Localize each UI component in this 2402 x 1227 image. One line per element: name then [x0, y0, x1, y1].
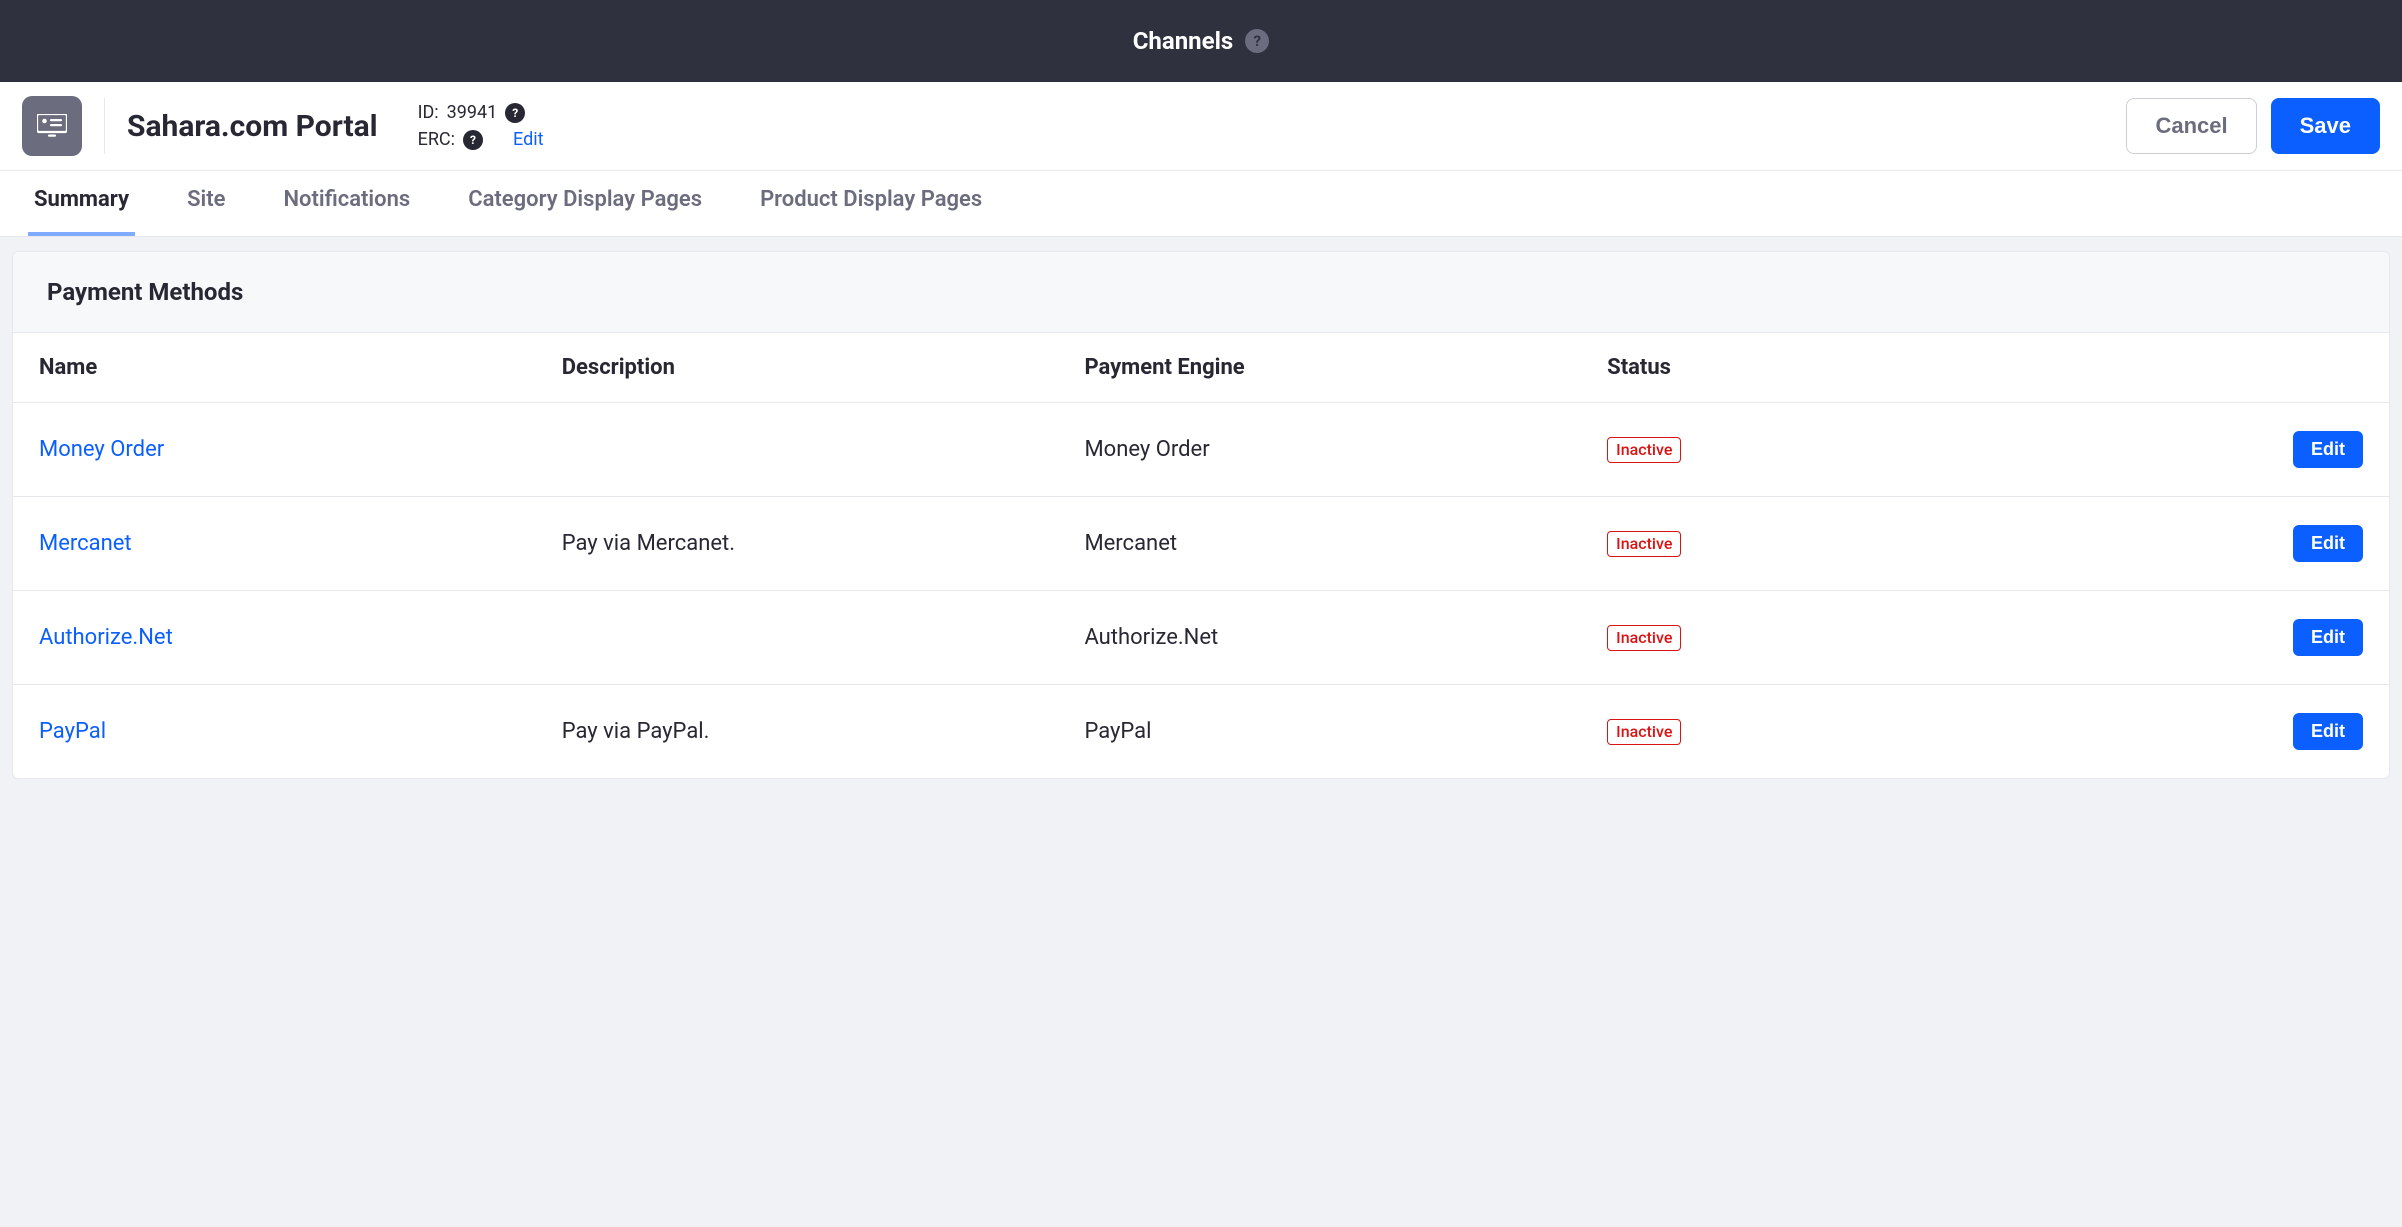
edit-button[interactable]: Edit	[2293, 431, 2363, 468]
id-value: 39941	[447, 102, 498, 123]
help-icon[interactable]: ?	[1245, 29, 1269, 53]
topbar-title: Channels	[1133, 27, 1234, 55]
save-button[interactable]: Save	[2271, 98, 2380, 154]
tabs: Summary Site Notifications Category Disp…	[0, 171, 2402, 237]
page-header: Sahara.com Portal ID: 39941 ? ERC: ? Edi…	[0, 82, 2402, 171]
col-description: Description	[536, 333, 1059, 403]
table-header-row: Name Description Payment Engine Status	[13, 333, 2389, 403]
edit-button[interactable]: Edit	[2293, 525, 2363, 562]
channel-icon	[22, 96, 82, 156]
payment-method-description: Pay via PayPal.	[536, 685, 1059, 779]
payment-method-engine: Mercanet	[1058, 497, 1581, 591]
status-badge: Inactive	[1607, 437, 1681, 463]
payment-method-engine: Authorize.Net	[1058, 591, 1581, 685]
payment-method-description: Pay via Mercanet.	[536, 497, 1059, 591]
col-actions	[2104, 333, 2389, 403]
edit-button[interactable]: Edit	[2293, 619, 2363, 656]
table-row: Money Order Money Order Inactive Edit	[13, 403, 2389, 497]
meta-erc-row: ERC: ? Edit	[418, 129, 544, 150]
payment-method-name-link[interactable]: Authorize.Net	[39, 625, 173, 650]
id-label: ID:	[418, 102, 439, 123]
erc-label: ERC:	[418, 129, 455, 150]
tab-summary[interactable]: Summary	[28, 171, 135, 236]
payment-method-name-link[interactable]: PayPal	[39, 719, 106, 744]
payment-method-description	[536, 403, 1059, 497]
table-row: PayPal Pay via PayPal. PayPal Inactive E…	[13, 685, 2389, 779]
info-icon[interactable]: ?	[463, 130, 483, 150]
tab-category-display-pages[interactable]: Category Display Pages	[462, 171, 708, 236]
tab-product-display-pages[interactable]: Product Display Pages	[754, 171, 988, 236]
panel-title: Payment Methods	[13, 252, 2389, 333]
header-meta: ID: 39941 ? ERC: ? Edit	[418, 102, 544, 150]
info-icon[interactable]: ?	[505, 103, 525, 123]
tab-site[interactable]: Site	[181, 171, 231, 236]
payment-method-engine: Money Order	[1058, 403, 1581, 497]
payment-methods-table: Name Description Payment Engine Status M…	[13, 333, 2389, 778]
col-name: Name	[13, 333, 536, 403]
col-status: Status	[1581, 333, 2104, 403]
tab-notifications[interactable]: Notifications	[277, 171, 416, 236]
page-title: Sahara.com Portal	[127, 109, 378, 144]
col-payment-engine: Payment Engine	[1058, 333, 1581, 403]
payment-method-name-link[interactable]: Mercanet	[39, 531, 132, 556]
header-divider	[104, 98, 105, 154]
erc-edit-link[interactable]: Edit	[513, 129, 543, 150]
table-row: Mercanet Pay via Mercanet. Mercanet Inac…	[13, 497, 2389, 591]
status-badge: Inactive	[1607, 531, 1681, 557]
edit-button[interactable]: Edit	[2293, 713, 2363, 750]
payment-methods-panel: Payment Methods Name Description Payment…	[12, 251, 2390, 779]
status-badge: Inactive	[1607, 625, 1681, 651]
meta-id-row: ID: 39941 ?	[418, 102, 544, 123]
header-actions: Cancel Save	[2126, 98, 2380, 154]
status-badge: Inactive	[1607, 719, 1681, 745]
payment-method-name-link[interactable]: Money Order	[39, 437, 164, 462]
payment-method-engine: PayPal	[1058, 685, 1581, 779]
cancel-button[interactable]: Cancel	[2126, 98, 2256, 154]
table-row: Authorize.Net Authorize.Net Inactive Edi…	[13, 591, 2389, 685]
channel-icon-svg	[37, 114, 67, 138]
topbar: Channels ?	[0, 0, 2402, 82]
payment-method-description	[536, 591, 1059, 685]
